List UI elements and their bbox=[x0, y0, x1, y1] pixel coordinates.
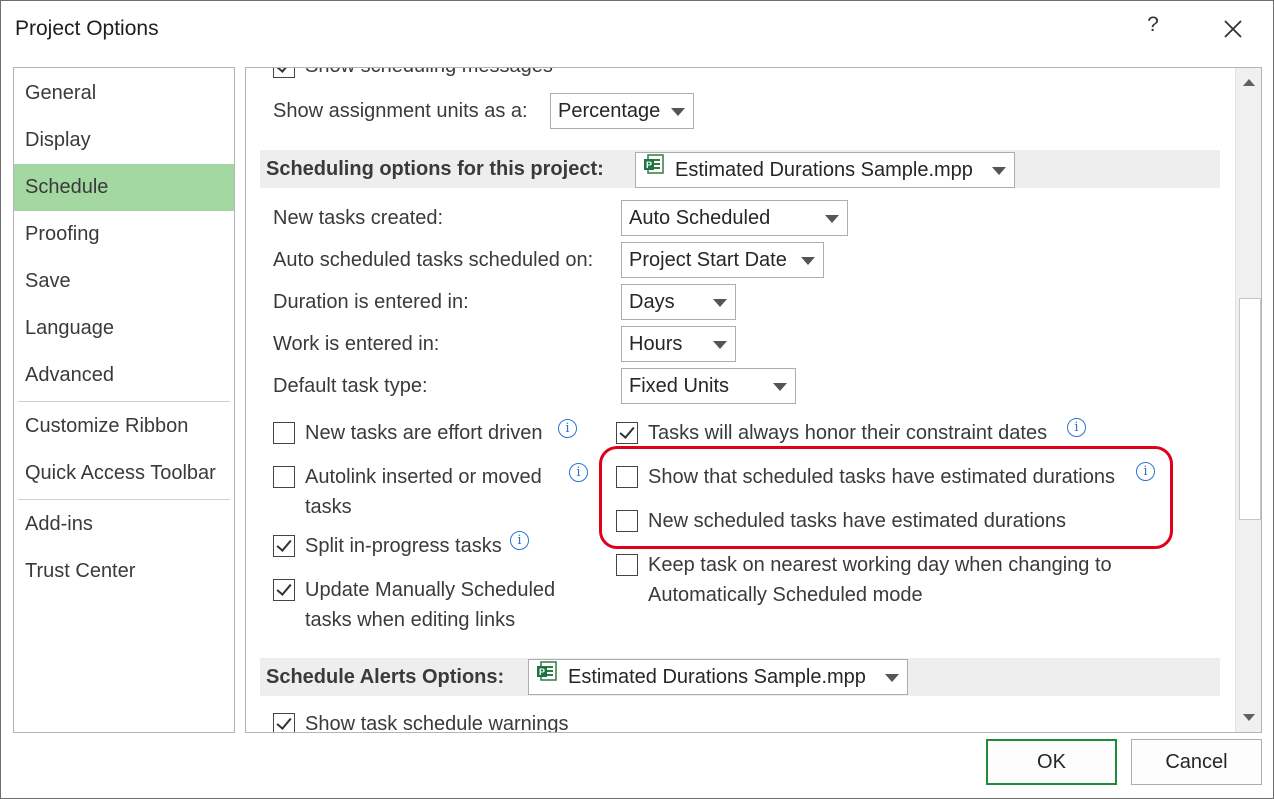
chevron-down-icon bbox=[713, 299, 727, 307]
default-task-type-dropdown[interactable]: Fixed Units bbox=[621, 368, 796, 404]
show-warnings-label: Show task schedule warnings bbox=[305, 713, 569, 733]
info-icon[interactable]: i bbox=[569, 463, 588, 482]
honor-constraints-label: Tasks will always honor their constraint… bbox=[648, 422, 1048, 444]
assignment-units-value: Percentage bbox=[558, 100, 661, 122]
scroll-down-button[interactable] bbox=[1236, 704, 1261, 732]
info-icon[interactable]: i bbox=[510, 531, 529, 550]
scheduling-project-value: Estimated Durations Sample.mpp bbox=[675, 159, 973, 181]
chevron-down-icon bbox=[671, 108, 685, 116]
nav-item-quick-access-toolbar[interactable]: Quick Access Toolbar bbox=[14, 450, 234, 497]
chevron-down-icon bbox=[713, 341, 727, 349]
nav-item-proofing[interactable]: Proofing bbox=[14, 211, 234, 258]
scroll-up-button[interactable] bbox=[1236, 68, 1261, 96]
arrow-down-icon bbox=[1243, 714, 1255, 721]
chevron-down-icon bbox=[825, 215, 839, 223]
schedule-options-pane: Show scheduling messages Show assignment… bbox=[245, 67, 1262, 733]
work-entered-dropdown[interactable]: Hours bbox=[621, 326, 736, 362]
svg-text:P: P bbox=[646, 160, 652, 170]
assignment-units-label: Show assignment units as a: bbox=[273, 100, 528, 122]
update-manual-checkbox[interactable] bbox=[273, 579, 295, 601]
auto-scheduled-on-dropdown[interactable]: Project Start Date bbox=[621, 242, 824, 278]
new-tasks-label: New tasks created: bbox=[273, 207, 444, 229]
nav-item-add-ins[interactable]: Add-ins bbox=[14, 501, 234, 548]
autolink-checkbox[interactable] bbox=[273, 466, 295, 488]
info-icon[interactable]: i bbox=[1136, 462, 1155, 481]
default-task-type-label: Default task type: bbox=[273, 375, 428, 397]
ok-button[interactable]: OK bbox=[986, 739, 1117, 785]
new-estimated-durations-label: New scheduled tasks have estimated durat… bbox=[648, 510, 1067, 532]
assignment-units-dropdown[interactable]: Percentage bbox=[550, 93, 694, 129]
new-tasks-dropdown[interactable]: Auto Scheduled bbox=[621, 200, 848, 236]
alerts-project-value: Estimated Durations Sample.mpp bbox=[568, 666, 866, 688]
show-estimated-durations-checkbox[interactable] bbox=[616, 466, 638, 488]
arrow-up-icon bbox=[1243, 79, 1255, 86]
nav-item-save[interactable]: Save bbox=[14, 258, 234, 305]
effort-driven-checkbox[interactable] bbox=[273, 422, 295, 444]
auto-scheduled-on-label: Auto scheduled tasks scheduled on: bbox=[273, 249, 594, 271]
dialog-title: Project Options bbox=[15, 17, 159, 40]
new-tasks-value: Auto Scheduled bbox=[629, 207, 771, 229]
nav-item-schedule[interactable]: Schedule bbox=[14, 164, 234, 211]
nav-item-display[interactable]: Display bbox=[14, 117, 234, 164]
duration-entered-value: Days bbox=[629, 291, 675, 313]
chevron-down-icon bbox=[801, 257, 815, 265]
show-scheduling-messages-label: Show scheduling messages bbox=[305, 68, 553, 81]
nav-divider bbox=[18, 499, 230, 500]
show-estimated-durations-label: Show that scheduled tasks have estimated… bbox=[648, 466, 1115, 488]
default-task-type-value: Fixed Units bbox=[629, 375, 730, 397]
alerts-project-dropdown[interactable]: P Estimated Durations Sample.mpp bbox=[528, 659, 908, 695]
chevron-down-icon bbox=[992, 167, 1006, 175]
update-manual-label-line1: Update Manually Scheduled bbox=[305, 579, 556, 601]
help-button[interactable]: ? bbox=[1141, 13, 1165, 43]
schedule-alerts-label: Schedule Alerts Options: bbox=[266, 666, 505, 688]
vertical-scrollbar[interactable] bbox=[1235, 68, 1261, 732]
nav-item-language[interactable]: Language bbox=[14, 305, 234, 352]
duration-entered-dropdown[interactable]: Days bbox=[621, 284, 736, 320]
svg-text:P: P bbox=[539, 667, 545, 677]
chevron-down-icon bbox=[773, 383, 787, 391]
keep-working-day-checkbox[interactable] bbox=[616, 554, 638, 576]
close-icon[interactable] bbox=[1219, 15, 1247, 43]
scheduling-options-label: Scheduling options for this project: bbox=[266, 158, 604, 180]
scroll-thumb[interactable] bbox=[1239, 298, 1261, 520]
info-icon[interactable]: i bbox=[558, 419, 577, 438]
nav-item-general[interactable]: General bbox=[14, 70, 234, 117]
keep-working-day-label-line1: Keep task on nearest working day when ch… bbox=[648, 554, 1112, 576]
autolink-label-line2: tasks bbox=[305, 496, 352, 518]
duration-entered-label: Duration is entered in: bbox=[273, 291, 469, 313]
options-nav: General Display Schedule Proofing Save L… bbox=[13, 67, 235, 733]
split-in-progress-label: Split in-progress tasks bbox=[305, 535, 502, 557]
nav-item-trust-center[interactable]: Trust Center bbox=[14, 548, 234, 595]
work-entered-label: Work is entered in: bbox=[273, 333, 440, 355]
update-manual-label-line2: tasks when editing links bbox=[305, 609, 516, 631]
show-scheduling-messages-checkbox[interactable] bbox=[273, 68, 295, 78]
project-file-icon: P bbox=[643, 152, 665, 186]
nav-item-advanced[interactable]: Advanced bbox=[14, 352, 234, 399]
scheduling-project-dropdown[interactable]: P Estimated Durations Sample.mpp bbox=[635, 152, 1015, 188]
effort-driven-label: New tasks are effort driven bbox=[305, 422, 543, 444]
autolink-label-line1: Autolink inserted or moved bbox=[305, 466, 542, 488]
honor-constraints-checkbox[interactable] bbox=[616, 422, 638, 444]
split-in-progress-checkbox[interactable] bbox=[273, 535, 295, 557]
project-options-dialog: Project Options ? General Display Schedu… bbox=[0, 0, 1274, 799]
project-file-icon: P bbox=[536, 659, 558, 693]
keep-working-day-label-line2: Automatically Scheduled mode bbox=[648, 584, 923, 606]
auto-scheduled-on-value: Project Start Date bbox=[629, 249, 787, 271]
work-entered-value: Hours bbox=[629, 333, 683, 355]
chevron-down-icon bbox=[885, 674, 899, 682]
show-warnings-checkbox[interactable] bbox=[273, 713, 295, 732]
nav-divider bbox=[18, 401, 230, 402]
nav-item-customize-ribbon[interactable]: Customize Ribbon bbox=[14, 403, 234, 450]
new-estimated-durations-checkbox[interactable] bbox=[616, 510, 638, 532]
info-icon[interactable]: i bbox=[1067, 418, 1086, 437]
cancel-button[interactable]: Cancel bbox=[1131, 739, 1262, 785]
